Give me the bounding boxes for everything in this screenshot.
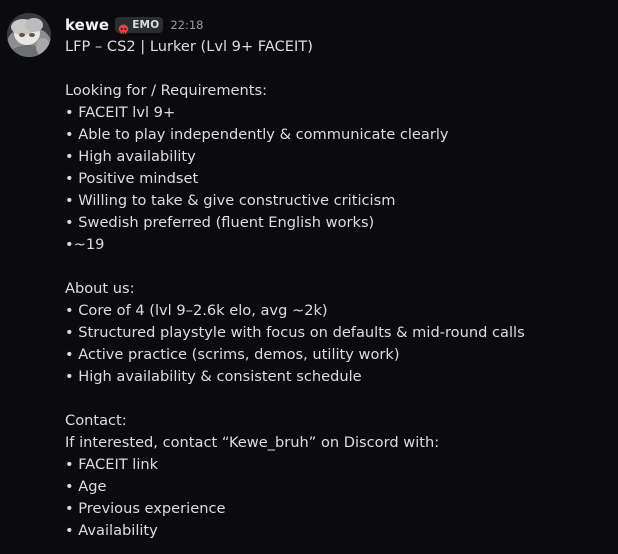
username[interactable]: kewe [65,16,109,34]
message-timestamp[interactable]: 22:18 [170,18,203,32]
avatar-image [7,13,51,57]
message-line: • Availability [65,522,158,539]
message-line: • Swedish preferred (fluent English work… [65,214,375,231]
server-tag-label: EMO [132,19,160,31]
message-content: LFP – CS2 | Lurker (Lvl 9+ FACEIT) Lookin… [65,36,610,542]
server-tag[interactable]: EMO [115,17,164,34]
message-line: • Active practice (scrims, demos, utilit… [65,346,400,363]
message-line: • High availability [65,148,196,165]
chat-message: kewe EMO 22:18 LFP – CS2 | Lurker (Lvl 9… [0,0,618,554]
skull-icon [118,20,129,34]
message-line: •~19 [65,236,105,253]
message-line: Looking for / Requirements: [65,82,268,99]
message-line: • Previous experience [65,500,226,517]
message-line: • FACEIT link [65,456,159,473]
message-line: • Structured playstyle with focus on def… [65,324,525,341]
message-line: • Willing to take & give constructive cr… [65,192,396,209]
message-line: • FACEIT lvl 9+ [65,104,176,121]
message-line: • High availability & consistent schedul… [65,368,362,385]
message-line: Contact: [65,412,127,429]
message-line: • Positive mindset [65,170,199,187]
message-line: About us: [65,280,135,297]
avatar[interactable] [7,13,51,57]
message-line: If interested, contact “Kewe_bruh” on Di… [65,434,440,451]
message-line: • Able to play independently & communica… [65,126,449,143]
message-line: • Age [65,478,107,495]
message-line: • Core of 4 (lvl 9–2.6k elo, avg ~2k) [65,302,328,319]
message-header: kewe EMO 22:18 [65,14,204,36]
message-line: LFP – CS2 | Lurker (Lvl 9+ FACEIT) [65,38,313,55]
